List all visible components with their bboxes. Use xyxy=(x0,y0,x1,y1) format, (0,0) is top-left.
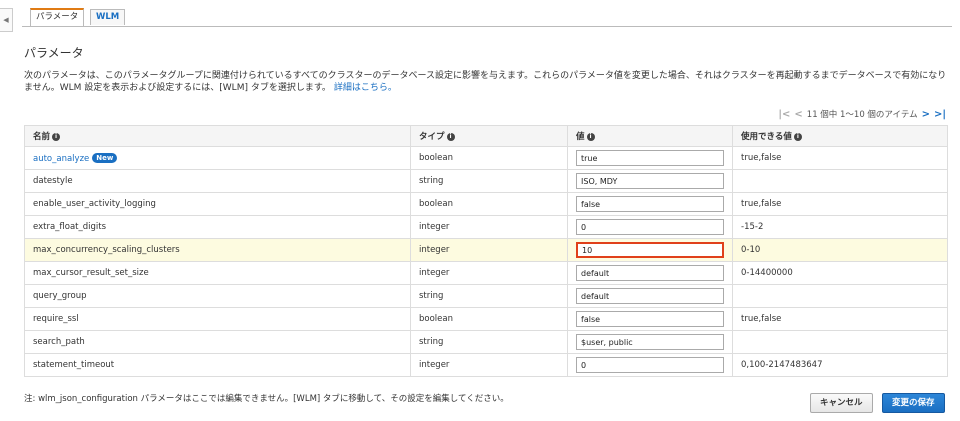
param-name-link[interactable]: auto_analyze xyxy=(33,154,89,164)
header-name: 名前 i xyxy=(24,125,411,147)
info-icon[interactable]: i xyxy=(52,133,61,141)
chevron-left-icon: ◀ xyxy=(3,16,9,24)
param-name: query_group xyxy=(24,284,411,308)
table-row: search_path string xyxy=(24,330,948,354)
param-allowed-values xyxy=(732,284,948,308)
param-type: string xyxy=(410,330,568,354)
param-value-input[interactable] xyxy=(576,150,724,166)
param-type: integer xyxy=(410,238,568,262)
param-value-cell xyxy=(567,238,733,262)
cancel-button[interactable]: キャンセル xyxy=(810,393,873,413)
param-allowed-values: true,false xyxy=(732,146,948,170)
param-type: integer xyxy=(410,261,568,285)
param-allowed-values: 0-10 xyxy=(732,238,948,262)
param-value-input[interactable] xyxy=(576,288,724,304)
param-value-cell xyxy=(567,284,733,308)
param-allowed-values: -15-2 xyxy=(732,215,948,239)
param-value-input[interactable] xyxy=(576,242,724,258)
info-icon[interactable]: i xyxy=(446,133,455,141)
table-row: datestyle string xyxy=(24,169,948,193)
sidebar-toggle[interactable]: ◀ xyxy=(0,8,13,32)
tab-parameters[interactable]: パラメータ xyxy=(30,8,85,26)
table-row: require_ssl boolean true,false xyxy=(24,307,948,331)
param-value-cell xyxy=(567,146,733,170)
table-row: extra_float_digits integer -15-2 xyxy=(24,215,948,239)
param-value-input[interactable] xyxy=(576,196,724,212)
param-value-cell xyxy=(567,192,733,216)
table-row: auto_analyzeNew boolean true,false xyxy=(24,146,948,170)
parameters-table: 名前 i タイプ i 値i 使用できる値 i auto_analyze New bool… xyxy=(24,125,948,377)
table-row: statement_timeout integer 0,100-21474836… xyxy=(24,353,948,377)
param-type: string xyxy=(410,284,568,308)
param-name: datestyle xyxy=(24,169,411,193)
param-allowed-values: true,false xyxy=(732,192,948,216)
param-type: boolean xyxy=(410,307,568,331)
param-allowed-values: true,false xyxy=(732,307,948,331)
param-value-cell xyxy=(567,261,733,285)
param-value-cell xyxy=(567,307,733,331)
param-name: max_concurrency_scaling_clusters xyxy=(24,238,411,262)
prev-page-icon[interactable]: < xyxy=(794,109,802,120)
tab-bar: パラメータ WLM xyxy=(22,8,952,27)
info-icon[interactable]: i xyxy=(793,133,802,141)
param-name: require_ssl xyxy=(24,307,411,331)
learn-more-link[interactable]: 詳細はこちら。 xyxy=(334,83,397,93)
param-name: max_cursor_result_set_size xyxy=(24,261,411,285)
description-text: 次のパラメータは、このパラメータグループに関連付けられているすべてのクラスターの… xyxy=(24,71,947,93)
param-value-cell xyxy=(567,169,733,193)
param-value-cell xyxy=(567,353,733,377)
footer-note: 注: wlm_json_configuration パラメータはここでは編集でき… xyxy=(24,394,509,404)
save-changes-button[interactable]: 変更の保存 xyxy=(882,393,945,413)
param-value-input[interactable] xyxy=(576,334,724,350)
table-row: enable_user_activity_logging boolean tru… xyxy=(24,192,948,216)
param-type: boolean xyxy=(410,146,568,170)
param-name: extra_float_digits xyxy=(24,215,411,239)
header-value: 値i xyxy=(567,125,733,147)
param-allowed-values xyxy=(732,330,948,354)
pagination-text: 11 個中 1～10 個のアイテム xyxy=(806,110,918,120)
table-row: max_cursor_result_set_size integer 0-144… xyxy=(24,261,948,285)
param-value-input[interactable] xyxy=(576,357,724,373)
param-value-input[interactable] xyxy=(576,311,724,327)
param-allowed-values: 0,100-2147483647 xyxy=(732,353,948,377)
param-value-input[interactable] xyxy=(576,265,724,281)
info-icon[interactable]: i xyxy=(586,133,595,141)
param-value-cell xyxy=(567,215,733,239)
param-name: enable_user_activity_logging xyxy=(24,192,411,216)
pagination: |< < 11 個中 1～10 個のアイテム > >| xyxy=(778,108,946,121)
param-allowed-values: 0-14400000 xyxy=(732,261,948,285)
header-allowed-values: 使用できる値 i xyxy=(732,125,948,147)
param-value-cell xyxy=(567,330,733,354)
param-value-input[interactable] xyxy=(576,219,724,235)
next-page-icon[interactable]: > xyxy=(922,109,930,120)
new-badge: New xyxy=(92,152,118,163)
param-value-input[interactable] xyxy=(576,173,724,189)
section-description: 次のパラメータは、このパラメータグループに関連付けられているすべてのクラスターの… xyxy=(24,70,949,94)
table-row: query_group string xyxy=(24,284,948,308)
last-page-icon[interactable]: >| xyxy=(934,109,946,120)
section-title: パラメータ xyxy=(24,46,84,60)
table-row-selected: max_concurrency_scaling_clusters integer… xyxy=(24,238,948,262)
param-type: integer xyxy=(410,353,568,377)
header-type: タイプ i xyxy=(410,125,568,147)
param-name: search_path xyxy=(24,330,411,354)
param-type: string xyxy=(410,169,568,193)
first-page-icon[interactable]: |< xyxy=(778,109,790,120)
table-header-row: 名前 i タイプ i 値i 使用できる値 i xyxy=(24,125,948,147)
param-type: boolean xyxy=(410,192,568,216)
param-name-cell: auto_analyze New xyxy=(24,146,411,170)
param-type: integer xyxy=(410,215,568,239)
tab-wlm[interactable]: WLM xyxy=(90,9,126,25)
param-name: statement_timeout xyxy=(24,353,411,377)
param-allowed-values xyxy=(732,169,948,193)
